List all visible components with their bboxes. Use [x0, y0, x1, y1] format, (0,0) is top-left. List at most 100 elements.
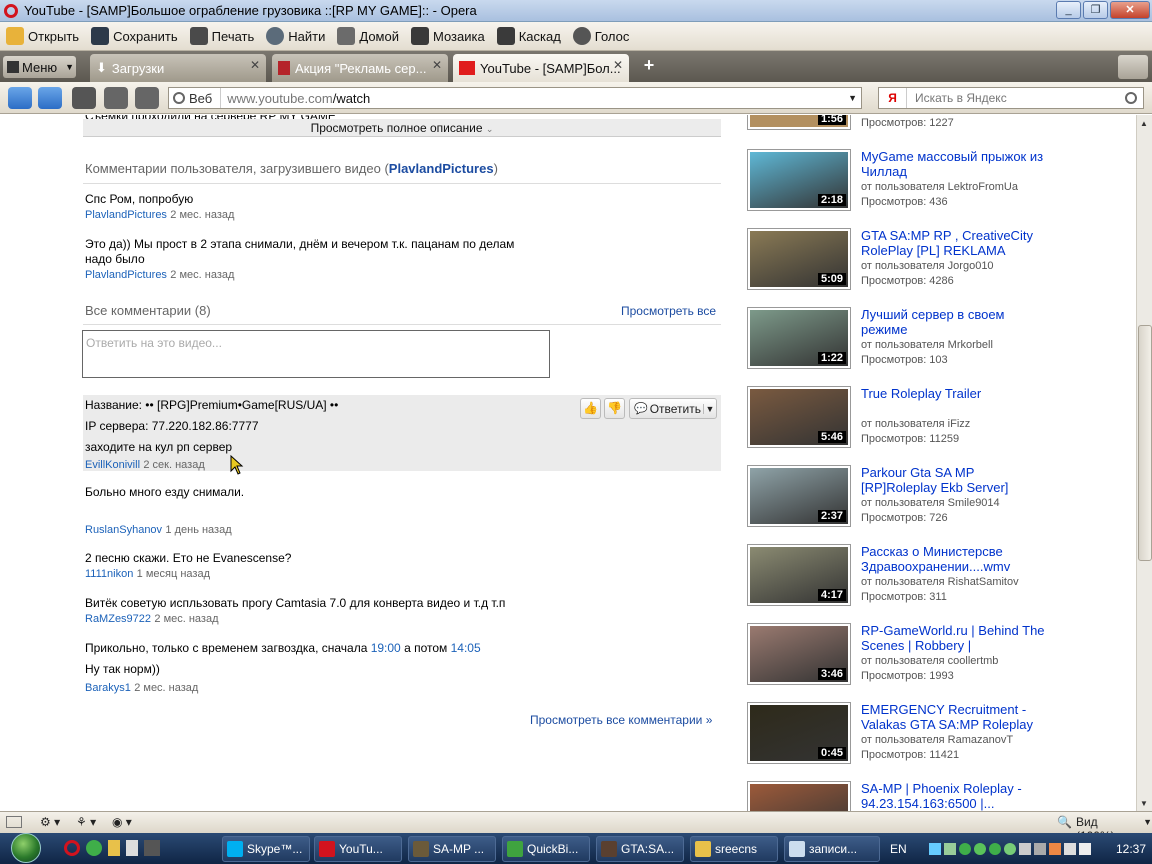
view-all-link[interactable]: Просмотреть все — [621, 304, 716, 318]
comment-author-link[interactable]: 1111nikon — [85, 568, 133, 580]
video-title-link[interactable]: MyGame массовый прыжок из Чиллад — [861, 149, 1046, 179]
open-button[interactable]: Открыть — [6, 27, 79, 45]
scrollbar-thumb[interactable] — [1138, 325, 1152, 561]
tray-app-icon[interactable] — [943, 842, 956, 855]
video-thumbnail[interactable]: 3:46 — [747, 623, 851, 685]
tray-app-icon[interactable] — [1033, 842, 1046, 855]
tray-app-icon[interactable] — [973, 842, 986, 855]
tray-app-icon[interactable] — [1018, 842, 1031, 855]
video-thumbnail[interactable]: 5:09 — [747, 228, 851, 290]
app-icon[interactable] — [144, 840, 160, 856]
reload-icon[interactable] — [104, 87, 128, 109]
video-thumbnail[interactable]: 2:18 — [747, 149, 851, 211]
video-title-link[interactable]: EMERGENCY Recruitment - Valakas GTA SA:M… — [861, 702, 1046, 732]
video-title-link[interactable]: GTA SA:MP RP , CreativeCity RolePlay [PL… — [861, 228, 1046, 258]
taskbar-window-button[interactable]: QuickBi... — [502, 836, 590, 862]
tab-downloads[interactable]: ⬇ Загрузки ✕ — [90, 54, 266, 82]
tab-youtube[interactable]: YouTube - [SAMP]Бол... ✕ — [453, 54, 629, 82]
save-button[interactable]: Сохранить — [91, 27, 178, 45]
video-title-link[interactable]: True Roleplay Trailer — [861, 386, 1046, 401]
language-indicator[interactable]: EN — [890, 842, 907, 856]
timestamp-link[interactable]: 14:05 — [451, 641, 481, 655]
related-video[interactable]: 4:17 Рассказ о Министерсве Здравоохранени… — [747, 544, 1047, 608]
tray-app-icon[interactable] — [928, 842, 941, 855]
voice-button[interactable]: Голос — [572, 27, 629, 45]
url-field[interactable]: Веб www.youtube.com/watch ▼ — [168, 87, 862, 109]
utorrent-tray-icon[interactable] — [958, 842, 971, 855]
cascade-button[interactable]: Каскад — [496, 27, 561, 45]
maximize-button[interactable]: ❐ — [1083, 1, 1108, 19]
related-video[interactable]: 0:45 EMERGENCY Recruitment - Valakas GTA … — [747, 702, 1047, 766]
all-comments-link[interactable]: Просмотреть все комментарии » — [530, 713, 712, 727]
tab-close-icon[interactable]: ✕ — [613, 58, 623, 72]
close-button[interactable]: ✕ — [1110, 1, 1150, 19]
related-video[interactable]: 5:46 True Roleplay Trailer от пользователя… — [747, 386, 1047, 450]
thumbs-down-icon[interactable]: 👎 — [604, 398, 625, 419]
taskbar-window-button[interactable]: YouTu... — [314, 836, 402, 862]
related-video[interactable]: 2:37 Parkour Gta SA MP [RP]Roleplay Ekb S… — [747, 465, 1047, 529]
thumbs-up-icon[interactable]: 👍 — [580, 398, 601, 419]
volume-icon[interactable] — [1078, 842, 1091, 855]
comment-author-link[interactable]: RuslanSyhanov — [85, 524, 162, 536]
url-dropdown-icon[interactable]: ▼ — [848, 93, 857, 103]
scroll-down-icon[interactable]: ▼ — [1140, 799, 1148, 808]
network-icon[interactable] — [1063, 842, 1076, 855]
start-button[interactable] — [4, 833, 48, 864]
timestamp-link[interactable]: 19:00 — [371, 641, 401, 655]
video-thumbnail[interactable]: 1:56 — [747, 115, 851, 130]
uploader-link[interactable]: PlavlandPictures — [389, 161, 494, 176]
opera-menu-button[interactable]: Меню ▼ — [3, 56, 76, 78]
video-thumbnail[interactable]: 5:46 — [747, 386, 851, 448]
speed-dial-icon[interactable]: ◉ ▾ — [112, 815, 132, 829]
video-title-link[interactable]: RP-GameWorld.ru | Behind The Scenes | Ro… — [861, 623, 1046, 653]
show-full-description-button[interactable]: Просмотреть полное описание ⌄ — [83, 119, 721, 137]
search-icon[interactable] — [1125, 92, 1137, 104]
opera-icon[interactable] — [64, 840, 80, 856]
notepad-icon[interactable] — [126, 840, 138, 856]
fast-forward-icon[interactable] — [72, 87, 96, 109]
video-thumbnail[interactable]: 1:22 — [747, 307, 851, 369]
unite-icon[interactable]: ⚘ ▾ — [76, 815, 96, 829]
related-video[interactable]: SA-MP | Phoenix Roleplay - 94.23.154.163… — [747, 781, 1047, 811]
turbo-icon[interactable]: ⚙ ▾ — [40, 815, 60, 829]
video-title-link[interactable]: Лучший сервер в своем режиме — [861, 307, 1046, 337]
video-title-link[interactable]: SA-MP | Phoenix Roleplay - 94.23.154.163… — [861, 781, 1046, 811]
home-icon[interactable] — [135, 87, 159, 109]
video-thumbnail[interactable]: 0:45 — [747, 702, 851, 764]
yandex-icon[interactable]: Я — [879, 88, 907, 108]
tab-advert[interactable]: Акция "Рекламь сер... ✕ — [272, 54, 448, 82]
comment-author-link[interactable]: EvillKonivill — [85, 459, 140, 471]
tray-app-icon[interactable] — [1003, 842, 1016, 855]
taskbar-window-button[interactable]: Skype™... — [222, 836, 310, 862]
related-video[interactable]: 5:09 GTA SA:MP RP , CreativeCity RolePlay… — [747, 228, 1047, 292]
related-video[interactable]: 1:56 Просмотров: 1227 — [747, 115, 1047, 130]
related-video[interactable]: 3:46 RP-GameWorld.ru | Behind The Scenes … — [747, 623, 1047, 687]
page-scrollbar[interactable]: ▲ ▼ — [1136, 115, 1152, 811]
utorrent-icon[interactable] — [86, 840, 102, 856]
video-title-link[interactable]: Рассказ о Министерсве Здравоохранении...… — [861, 544, 1046, 574]
forward-icon[interactable] — [38, 87, 62, 109]
chevron-down-icon[interactable]: ▼ — [703, 403, 716, 414]
taskbar-window-button[interactable]: GTA:SA... — [596, 836, 684, 862]
minimize-button[interactable]: _ — [1056, 1, 1081, 19]
comment-author-link[interactable]: PlavlandPictures — [85, 269, 167, 281]
home-button[interactable]: Домой — [337, 27, 399, 45]
scroll-up-icon[interactable]: ▲ — [1140, 119, 1148, 128]
taskbar-window-button[interactable]: записи... — [784, 836, 880, 862]
back-icon[interactable] — [8, 87, 32, 109]
folder-icon[interactable] — [108, 840, 120, 856]
video-title-link[interactable]: Parkour Gta SA MP [RP]Roleplay Ekb Serve… — [861, 465, 1046, 495]
reply-textarea[interactable]: Ответить на это видео... — [82, 330, 550, 378]
video-thumbnail[interactable]: 2:37 — [747, 465, 851, 527]
related-video[interactable]: 1:22 Лучший сервер в своем режиме от польз… — [747, 307, 1047, 371]
search-field[interactable]: Я Искать в Яндекс — [878, 87, 1144, 109]
tile-button[interactable]: Мозаика — [410, 27, 485, 45]
related-video[interactable]: 2:18 MyGame массовый прыжок из Чиллад от п… — [747, 149, 1047, 213]
taskbar-window-button[interactable]: sreecns — [690, 836, 778, 862]
closed-tabs-button[interactable] — [1118, 55, 1148, 79]
comment-author-link[interactable]: PlavlandPictures — [85, 209, 167, 221]
taskbar-window-button[interactable]: SA-MP ... — [408, 836, 496, 862]
video-thumbnail[interactable]: 4:17 — [747, 544, 851, 606]
tray-app-icon[interactable] — [1048, 842, 1061, 855]
print-button[interactable]: Печать — [189, 27, 254, 45]
